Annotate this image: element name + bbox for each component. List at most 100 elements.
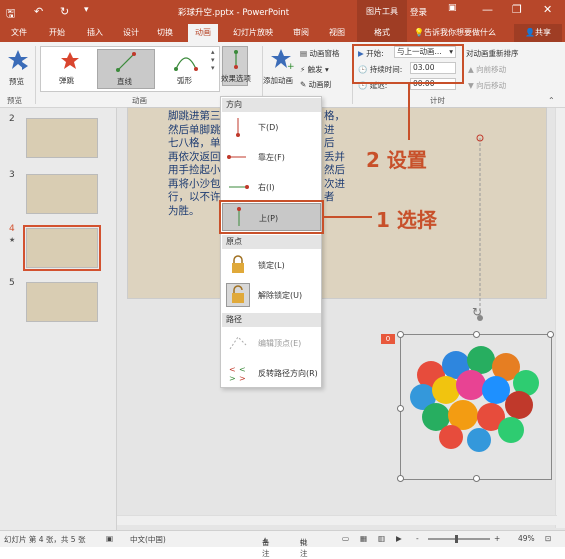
picture-tools-label: 图片工具 <box>357 0 407 24</box>
zoom-slider-thumb[interactable] <box>455 535 458 543</box>
zoom-in-button[interactable]: + <box>494 534 500 543</box>
tab-review[interactable]: 审阅 <box>288 24 314 42</box>
edit-points-icon <box>226 331 250 355</box>
tab-format[interactable]: 格式 <box>357 24 407 42</box>
preview-button[interactable]: 预览 <box>6 48 32 90</box>
customize-icon[interactable]: ▾ <box>84 5 89 15</box>
restore-icon[interactable]: ❐ <box>512 3 522 16</box>
arrow-up-icon: ▲ <box>468 65 477 74</box>
undo-icon[interactable]: ↶ <box>34 5 43 18</box>
motion-path-line[interactable] <box>470 128 490 328</box>
tab-insert[interactable]: 插入 <box>82 24 108 42</box>
resize-handle[interactable] <box>397 475 404 482</box>
animation-order-badge[interactable]: 0 <box>381 334 395 344</box>
resize-handle[interactable] <box>397 331 404 338</box>
tab-slideshow[interactable]: 幻灯片放映 <box>228 24 278 42</box>
slide-info: 幻灯片 第 4 张，共 5 张 <box>4 535 86 544</box>
slide-thumbnail[interactable] <box>26 174 98 214</box>
zoom-out-button[interactable]: - <box>416 534 419 543</box>
trigger-icon: ⚡ <box>300 65 308 74</box>
menu-item-down[interactable]: 下(D) <box>222 113 321 141</box>
annotation-step2: 2 设置 <box>366 148 427 172</box>
group-separator <box>35 46 36 104</box>
slide-number: 2 <box>9 114 15 124</box>
zoom-level[interactable]: 49% <box>518 534 535 543</box>
menu-item-left[interactable]: 靠左(F) <box>222 143 321 171</box>
save-icon[interactable]: 🖫 <box>6 5 15 24</box>
tab-design[interactable]: 设计 <box>118 24 144 42</box>
share-button[interactable]: 👤共享 <box>514 24 562 42</box>
tab-transitions[interactable]: 切换 <box>152 24 178 42</box>
normal-view-icon[interactable]: ▭ <box>342 534 349 543</box>
reorder-label: 对动画重新排序 <box>466 49 519 58</box>
unlock-icon <box>226 283 250 307</box>
up-item-highlight-box <box>219 200 324 234</box>
animation-painter-button[interactable]: ✎ 动画刷 <box>300 79 331 90</box>
tab-animations[interactable]: 动画 <box>188 24 218 42</box>
animation-line[interactable]: 直线 <box>97 49 155 89</box>
language-indicator: 中文(中国) <box>130 535 166 544</box>
arc-path-icon <box>174 57 198 71</box>
horizontal-scrollbar[interactable] <box>117 515 557 525</box>
title-bar: 🖫 ↶ ↻ ▾ 彩球升空.pptx - PowerPoint 图片工具 登录 ▣… <box>0 0 565 24</box>
reading-view-icon[interactable]: ▥ <box>378 534 385 543</box>
reverse-path-icon: < < > > <box>226 361 250 385</box>
balloons-image <box>410 346 539 452</box>
tab-view[interactable]: 视图 <box>324 24 350 42</box>
resize-handle[interactable] <box>473 475 480 482</box>
bounce-star-icon <box>61 52 79 69</box>
animation-group-label: 动画 <box>132 96 147 105</box>
animation-arc[interactable]: 弧形 <box>159 49 213 89</box>
spellcheck-icon[interactable]: ▣ <box>106 534 113 543</box>
slide-text-right-fragment: 格， 进 后 丢并 然后 次进 者 <box>324 110 345 203</box>
animation-star-icon: ★ <box>9 236 16 244</box>
tab-home[interactable]: 开始 <box>44 24 70 42</box>
collapse-ribbon-icon[interactable]: ⌃ <box>548 96 555 105</box>
slide-thumbnail[interactable] <box>26 118 98 158</box>
annotation-connector <box>408 84 410 140</box>
trigger-button[interactable]: ⚡ 触发 ▾ <box>300 64 329 75</box>
slideshow-view-icon[interactable]: ▶ <box>396 534 402 543</box>
slide-thumbnail[interactable] <box>26 282 98 322</box>
preview-icon <box>8 50 28 70</box>
slide-number: 4 <box>9 224 15 234</box>
resize-handle[interactable] <box>397 405 404 412</box>
menu-item-right[interactable]: 右(I) <box>222 173 321 201</box>
animation-bounce[interactable]: 弹跳 <box>45 49 95 89</box>
vertical-scrollbar[interactable] <box>555 108 565 528</box>
ribbon-tabs: 文件 开始 插入 设计 切换 动画 幻灯片放映 审阅 视图 格式 💡 告诉我你想… <box>0 24 565 42</box>
effect-options-label: 效果选项 <box>221 74 251 83</box>
annotation-step1: 1 选择 <box>376 208 437 232</box>
minimize-icon[interactable]: — <box>482 3 493 16</box>
login-link[interactable]: 登录 <box>410 6 427 18</box>
tell-me-box[interactable]: 告诉我你想要做什么 <box>424 24 510 42</box>
animation-arc-label: 弧形 <box>177 76 192 85</box>
svg-text:>: > <box>229 374 236 383</box>
slide-thumbnail-selected[interactable] <box>23 225 101 271</box>
zoom-slider[interactable] <box>428 538 490 540</box>
balloon-picture[interactable] <box>397 331 554 482</box>
move-later-button[interactable]: ▼ 向后移动 <box>468 80 506 91</box>
menu-item-locked[interactable]: 锁定(L) <box>222 251 321 279</box>
tab-file[interactable]: 文件 <box>6 24 32 42</box>
resize-handle[interactable] <box>547 331 554 338</box>
slide-number: 5 <box>9 278 15 288</box>
close-icon[interactable]: ✕ <box>543 3 552 16</box>
fit-slide-icon[interactable]: ⊡ <box>545 534 551 543</box>
rotate-handle-icon[interactable]: ↻ <box>472 305 482 319</box>
person-icon: 👤 <box>525 28 535 37</box>
animation-pane-button[interactable]: ▤ 动画窗格 <box>300 48 339 59</box>
redo-icon[interactable]: ↻ <box>60 5 69 18</box>
slide-sorter-icon[interactable]: ▦ <box>360 534 367 543</box>
menu-item-unlocked[interactable]: 解除锁定(U) <box>222 281 321 309</box>
lock-icon <box>226 253 250 277</box>
gallery-scroll-icon[interactable]: ▴ ▾ ▾ <box>211 48 215 72</box>
svg-text:+: + <box>287 62 294 70</box>
resize-handle[interactable] <box>473 331 480 338</box>
move-earlier-button[interactable]: ▲ 向前移动 <box>468 64 506 75</box>
menu-item-edit-points[interactable]: 编辑顶点(E) <box>222 329 321 357</box>
slide-number: 3 <box>9 170 15 180</box>
menu-item-reverse-path[interactable]: < < > > 反转路径方向(R) <box>222 359 321 387</box>
add-animation-label: 添加动画 <box>263 76 293 85</box>
ribbon-display-icon[interactable]: ▣ <box>448 3 457 13</box>
